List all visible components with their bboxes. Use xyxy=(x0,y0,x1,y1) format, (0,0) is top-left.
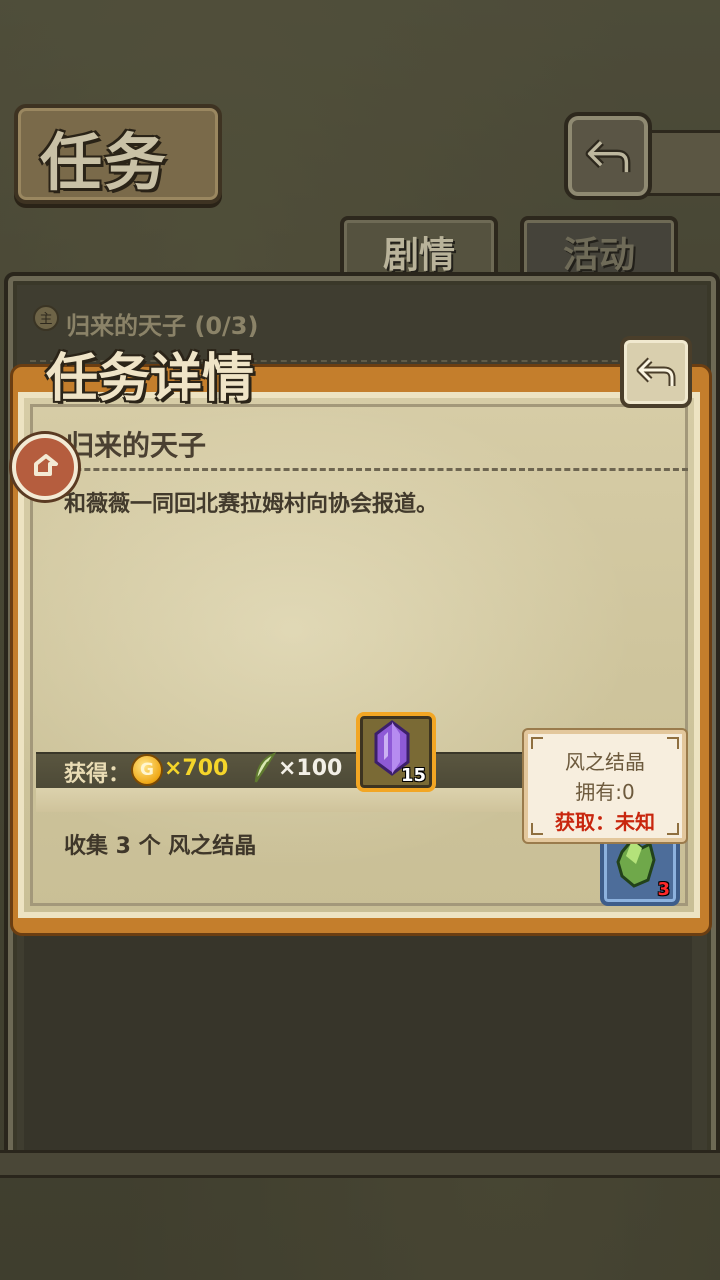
task-name: 归来的天子 xyxy=(66,429,207,462)
gold-reward-value: ×700 xyxy=(164,756,229,781)
item-tooltip: 风之结晶 拥有:0 获取：未知 xyxy=(524,730,686,842)
bottom-rail xyxy=(0,1150,720,1178)
quest-pointer-icon xyxy=(12,434,78,500)
list-empty-area xyxy=(24,930,692,1152)
back-button[interactable] xyxy=(564,112,652,200)
dialog-title: 任务详情 xyxy=(46,348,255,409)
crystal-reward-item[interactable]: 15 xyxy=(356,712,436,792)
reward-label: 获得： xyxy=(64,762,131,787)
svg-text:主: 主 xyxy=(39,312,52,327)
objective-text: 收集 3 个 风之结晶 xyxy=(64,834,257,859)
main-quest-icon: 主 xyxy=(33,305,59,331)
feather-icon xyxy=(254,752,277,783)
dialog-back-button[interactable] xyxy=(620,336,692,408)
page-title: 任务 xyxy=(40,126,169,199)
task-description: 和薇薇一同回北赛拉姆村向协会报道。 xyxy=(64,492,439,517)
gold-coin-icon: G xyxy=(131,754,163,786)
feather-reward-value: ×100 xyxy=(278,756,343,781)
tooltip-owned: 拥有:0 xyxy=(575,780,635,804)
tooltip-source: 获取：未知 xyxy=(555,810,655,834)
tooltip-item-name: 风之结晶 xyxy=(565,750,645,774)
top-rail xyxy=(640,130,720,196)
back-arrow-icon xyxy=(636,357,676,386)
crystal-count: 15 xyxy=(400,765,426,786)
wind-crystal-count: 3 xyxy=(657,879,670,900)
back-arrow-icon xyxy=(585,139,631,173)
